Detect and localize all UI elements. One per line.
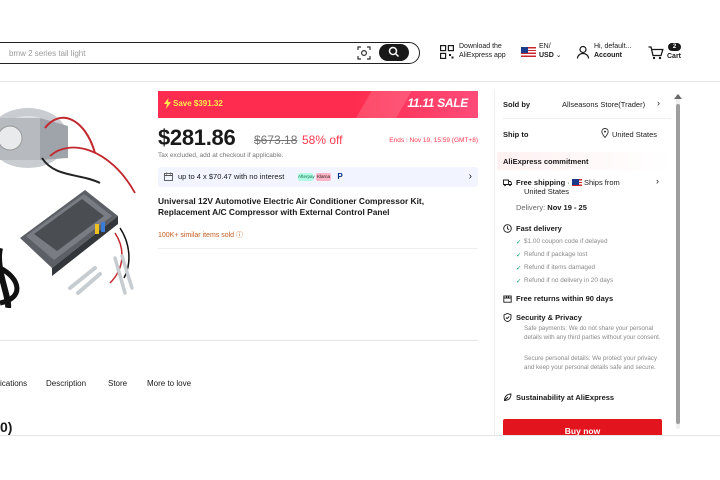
calendar-icon xyxy=(164,172,173,181)
fast-item: Refund if package lost xyxy=(524,251,588,258)
fast-item: $1.00 coupon code if delayed xyxy=(524,238,608,245)
klarna-logo: Klarna xyxy=(316,173,331,181)
sold-by-label: Sold by xyxy=(503,100,531,109)
product-title: Universal 12V Automotive Electric Air Co… xyxy=(158,196,425,217)
purchase-panel: Sold by Allseasons Store(Trader) › Ship … xyxy=(494,90,682,435)
ships-from-country: United States xyxy=(524,187,570,196)
paypal-logo: P xyxy=(337,172,343,181)
discount-percent: 58% off xyxy=(302,133,343,147)
clock-icon xyxy=(503,224,512,233)
location-pin-icon xyxy=(601,128,609,138)
sale-label: 11.11 SALE xyxy=(407,96,468,110)
reviews-heading: 0) xyxy=(0,419,13,435)
similar-items-sold[interactable]: 100K+ similar items sold ⓘ xyxy=(158,230,243,240)
sale-ends: Ends : Nov 19, 15:59 (GMT+8) xyxy=(389,137,478,144)
lightning-icon xyxy=(164,98,171,109)
search-icon xyxy=(388,46,400,58)
fast-delivery-label: Fast delivery xyxy=(516,224,562,233)
installment-banner[interactable]: up to 4 x $70.47 with no interest Afterp… xyxy=(158,167,478,187)
tab-more-to-love[interactable]: More to love xyxy=(147,379,191,388)
ship-to-country[interactable]: United States xyxy=(612,130,657,139)
product-image[interactable] xyxy=(0,98,150,308)
check-icon: ✓ xyxy=(516,252,522,259)
viewport-edge xyxy=(0,435,720,436)
us-flag-icon xyxy=(571,179,582,186)
free-shipping-section[interactable]: Free shipping · Ships from United States… xyxy=(503,176,668,218)
account-greeting: Hi, default... xyxy=(594,43,632,50)
us-flag-icon xyxy=(521,47,536,57)
cart-count-badge: 2 xyxy=(668,43,681,51)
chevron-right-icon: › xyxy=(656,176,659,186)
cart-icon xyxy=(648,46,664,60)
free-shipping-label: Free shipping xyxy=(516,178,566,187)
store-name[interactable]: Allseasons Store(Trader) xyxy=(562,100,645,109)
free-returns-section: Free returns within 90 days xyxy=(503,294,668,304)
delivery-dates: Nov 19 - 25 xyxy=(547,203,587,212)
fast-delivery-section: Fast delivery ✓ $1.00 coupon code if del… xyxy=(503,224,668,285)
save-amount: Save $391.32 xyxy=(173,99,223,108)
account-label: Account xyxy=(594,51,622,59)
secure-details-text: Secure personal details: We protect your… xyxy=(524,355,657,371)
chevron-right-icon[interactable]: › xyxy=(657,98,660,108)
ships-from-label: Ships from xyxy=(583,178,620,187)
safe-payments-text: Safe payments: We do not share your pers… xyxy=(524,325,661,341)
leaf-icon xyxy=(504,393,512,401)
currency-label: USD xyxy=(539,51,554,59)
commitment-header: AliExpress commitment xyxy=(497,152,673,170)
free-returns-label: Free returns within 90 days xyxy=(516,294,614,303)
sustainability-label: Sustainability at AliExpress xyxy=(516,393,615,402)
original-price: $673.18 xyxy=(254,133,298,147)
chevron-down-icon: ⌄ xyxy=(555,51,562,59)
security-section: Security & Privacy Safe payments: We do … xyxy=(503,313,668,388)
afterpay-logo: Afterpay xyxy=(298,173,315,181)
app-download-line1: Download the xyxy=(459,43,502,50)
cart-label: Cart xyxy=(667,53,682,60)
chevron-right-icon: › xyxy=(468,171,472,182)
user-icon xyxy=(576,45,590,59)
ship-to-label: Ship to xyxy=(503,130,529,139)
sustainability-section[interactable]: Sustainability at AliExpress xyxy=(503,393,668,403)
tab-specifications[interactable]: ications xyxy=(0,379,27,388)
fast-item: Refund if items damaged xyxy=(524,264,596,271)
search-bar xyxy=(0,42,420,64)
shield-icon xyxy=(503,313,512,322)
fast-item: Refund if no delivery in 20 days xyxy=(524,277,614,284)
language-label: EN/ xyxy=(539,43,551,50)
panel-scrollbar-thumb[interactable] xyxy=(676,104,680,424)
qr-code-icon xyxy=(440,45,454,59)
tax-note: Tax excluded, add at checkout if applica… xyxy=(158,152,284,159)
truck-icon xyxy=(503,179,512,187)
security-label: Security & Privacy xyxy=(516,313,582,322)
current-price: $281.86 xyxy=(158,125,236,150)
search-button[interactable] xyxy=(379,44,409,61)
site-header: Download the AliExpress app EN/ USD ⌄ Hi… xyxy=(0,0,720,82)
app-download-line2: AliExpress app xyxy=(459,51,506,59)
check-icon: ✓ xyxy=(516,265,522,272)
return-box-icon xyxy=(503,295,512,303)
scroll-up-arrow-icon[interactable] xyxy=(674,94,682,99)
price-row: $281.86 $673.18 58% off Ends : Nov 19, 1… xyxy=(158,125,478,151)
delivery-label: Delivery: xyxy=(516,203,546,212)
check-icon: ✓ xyxy=(516,239,522,246)
divider xyxy=(0,340,478,341)
tab-store[interactable]: Store xyxy=(108,379,127,388)
tab-description[interactable]: Description xyxy=(46,379,86,388)
check-icon: ✓ xyxy=(516,278,522,285)
image-search-icon[interactable] xyxy=(357,46,371,60)
search-input[interactable] xyxy=(9,46,339,60)
divider xyxy=(158,248,478,249)
promo-banner: Save $391.32 11.11 SALE xyxy=(158,91,478,118)
installment-text: up to 4 x $70.47 with no interest xyxy=(178,172,285,181)
